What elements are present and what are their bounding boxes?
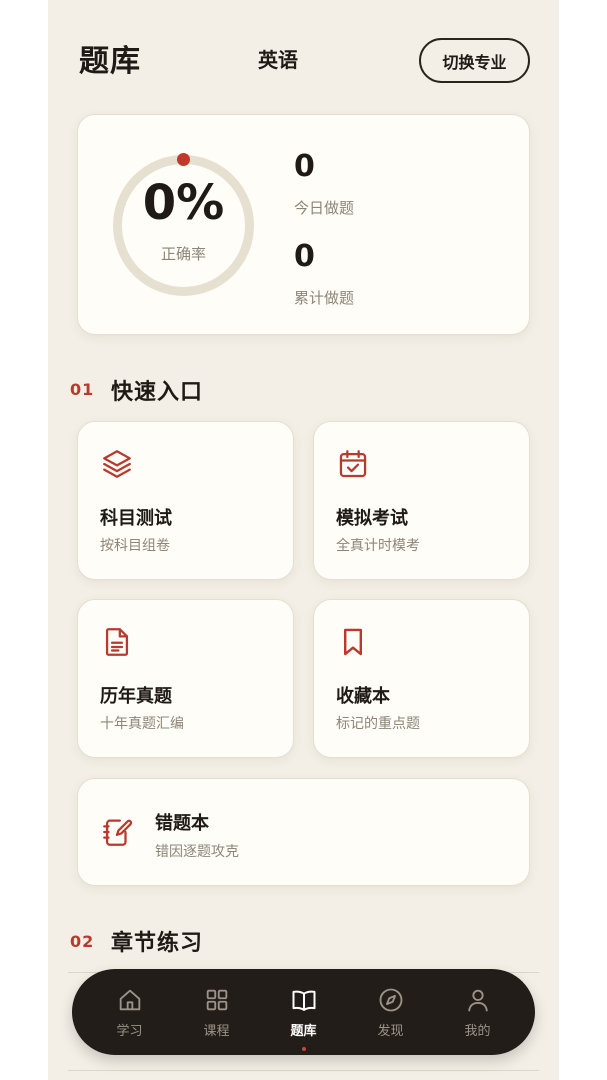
- calendar-check-icon: [339, 450, 367, 478]
- tile-subtitle: 全真计时模考: [336, 538, 420, 554]
- nav-label: 课程: [203, 1023, 230, 1039]
- section-number-quick: 01: [70, 380, 95, 399]
- tile-subject-test[interactable]: 科目测试 按科目组卷: [77, 421, 294, 580]
- accuracy-value: 0%: [142, 175, 225, 231]
- tile-past-papers[interactable]: 历年真题 十年真题汇编: [77, 599, 294, 758]
- tile-title: 历年真题: [100, 686, 172, 707]
- book-icon: [292, 990, 315, 1011]
- today-label: 今日做题: [294, 199, 355, 217]
- today-count: 0: [294, 149, 315, 184]
- home-icon: [119, 989, 140, 1010]
- tile-title: 模拟考试: [336, 508, 408, 529]
- user-icon: [467, 989, 488, 1011]
- section-number-chapter: 02: [70, 932, 95, 951]
- nav-label: 题库: [290, 1023, 317, 1039]
- tile-title: 收藏本: [336, 686, 390, 707]
- nav-item-question-bank[interactable]: 题库: [268, 986, 340, 1051]
- total-count: 0: [294, 239, 315, 274]
- tile-wrong-answers[interactable]: 错题本 错因逐题攻克: [77, 778, 530, 886]
- accuracy-ring-marker: [177, 153, 190, 166]
- grid-icon: [206, 989, 227, 1010]
- stats-card: 0% 正确率 0 今日做题 0 累计做题: [77, 114, 530, 335]
- tile-subtitle: 按科目组卷: [100, 538, 170, 554]
- notebook-edit-icon: [103, 819, 133, 846]
- nav-label: 发现: [377, 1023, 404, 1039]
- section-title-chapter: 章节练习: [111, 931, 204, 956]
- phone-screen: 题库 英语 切换专业 0% 正确率 0 今日做题 0 累计做题 01 快速入口 …: [48, 0, 559, 1080]
- nav-item-me[interactable]: 我的: [442, 986, 514, 1039]
- tile-subtitle: 标记的重点题: [336, 716, 420, 732]
- subject-label: 英语: [258, 48, 298, 72]
- active-indicator-dot: [301, 1046, 306, 1051]
- page-title: 题库: [79, 44, 141, 79]
- tile-title: 错题本: [155, 813, 209, 834]
- tile-favorites[interactable]: 收藏本 标记的重点题: [313, 599, 530, 758]
- accuracy-label: 正确率: [160, 245, 206, 263]
- bottom-nav: 学习 课程 题库 发现 我的: [72, 969, 535, 1055]
- tile-subtitle: 错因逐题攻克: [155, 844, 239, 860]
- nav-label: 我的: [464, 1023, 491, 1039]
- document-icon: [105, 628, 129, 656]
- nav-label: 学习: [116, 1023, 143, 1039]
- section-title-quick: 快速入口: [111, 380, 204, 405]
- nav-item-discover[interactable]: 发现: [355, 986, 427, 1039]
- nav-item-study[interactable]: 学习: [94, 986, 166, 1039]
- nav-item-courses[interactable]: 课程: [181, 986, 253, 1039]
- bookmark-icon: [344, 628, 362, 656]
- total-label: 累计做题: [294, 289, 355, 307]
- switch-major-button[interactable]: 切换专业: [419, 38, 530, 83]
- tile-mock-exam[interactable]: 模拟考试 全真计时模考: [313, 421, 530, 580]
- tile-title: 科目测试: [100, 508, 172, 529]
- layers-icon: [103, 450, 131, 478]
- divider: [68, 1070, 539, 1071]
- tile-subtitle: 十年真题汇编: [100, 716, 184, 732]
- compass-icon: [379, 988, 402, 1011]
